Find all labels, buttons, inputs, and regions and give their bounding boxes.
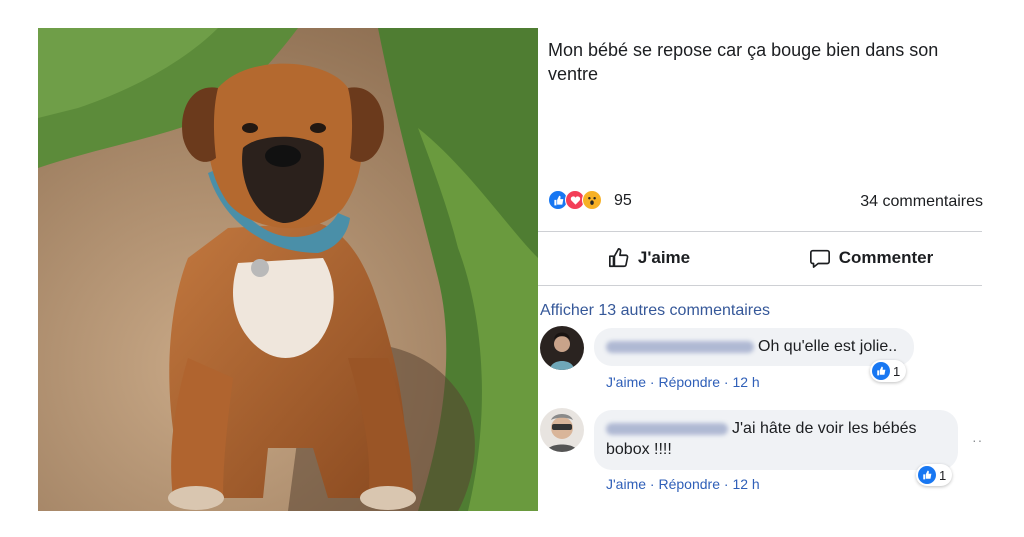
post-text: Mon bébé se repose car ça bouge bien dan… — [548, 40, 939, 84]
wow-icon — [582, 190, 602, 210]
post-panel: Mon bébé se repose car ça bouge bien dan… — [538, 0, 1024, 537]
comment-bubble: Oh qu'elle est jolie.. — [594, 328, 914, 366]
comment-options-icon[interactable]: ·· — [972, 432, 983, 448]
comment-reply-link[interactable]: Répondre — [658, 476, 720, 492]
post-photo[interactable] — [38, 28, 538, 511]
comments-count-link[interactable]: 34 commentaires — [860, 193, 983, 211]
comment-like-count: 1 — [893, 363, 901, 379]
like-icon — [872, 362, 890, 380]
comment-author-blurred[interactable] — [606, 422, 728, 435]
comment-like-count: 1 — [939, 467, 947, 483]
comment-text: Oh qu'elle est jolie.. — [758, 338, 898, 355]
thumbs-up-icon — [608, 248, 629, 268]
comment-bubble: J'ai hâte de voir les bébés bobox !!!! — [594, 410, 958, 470]
like-button[interactable]: J'aime — [538, 232, 760, 284]
comment-like-link[interactable]: J'aime — [606, 374, 646, 390]
comment-time[interactable]: 12 h — [732, 374, 759, 390]
comment-reaction-badge[interactable]: 1 — [870, 360, 907, 382]
reaction-count: 95 — [614, 192, 632, 209]
comment-reply-link[interactable]: Répondre — [658, 374, 720, 390]
see-more-comments-link[interactable]: Afficher 13 autres commentaires — [540, 302, 770, 320]
comment-meta: J'aime · Répondre · 12 h — [606, 476, 760, 492]
comment-item: Oh qu'elle est jolie.. J'aime · Répondre… — [540, 326, 1010, 396]
comment-like-link[interactable]: J'aime — [606, 476, 646, 492]
comment-button[interactable]: Commenter — [760, 232, 982, 284]
comment-meta: J'aime · Répondre · 12 h — [606, 374, 760, 390]
avatar[interactable] — [540, 408, 584, 452]
post-actions: J'aime Commenter — [538, 232, 982, 284]
reaction-icons — [548, 190, 602, 212]
comment-author-blurred[interactable] — [606, 340, 754, 353]
comment-time[interactable]: 12 h — [732, 476, 759, 492]
like-icon — [918, 466, 936, 484]
comment-button-label: Commenter — [838, 248, 934, 267]
divider — [538, 285, 982, 286]
reactions-summary[interactable]: 95 34 commentaires — [548, 190, 983, 212]
avatar[interactable] — [540, 326, 584, 370]
comment-bubble-icon — [809, 249, 830, 268]
comment-item: J'ai hâte de voir les bébés bobox !!!! J… — [540, 408, 1010, 508]
boxer-dog-photo — [38, 28, 538, 511]
like-button-label: J'aime — [637, 248, 691, 267]
comment-reaction-badge[interactable]: 1 — [916, 464, 953, 486]
